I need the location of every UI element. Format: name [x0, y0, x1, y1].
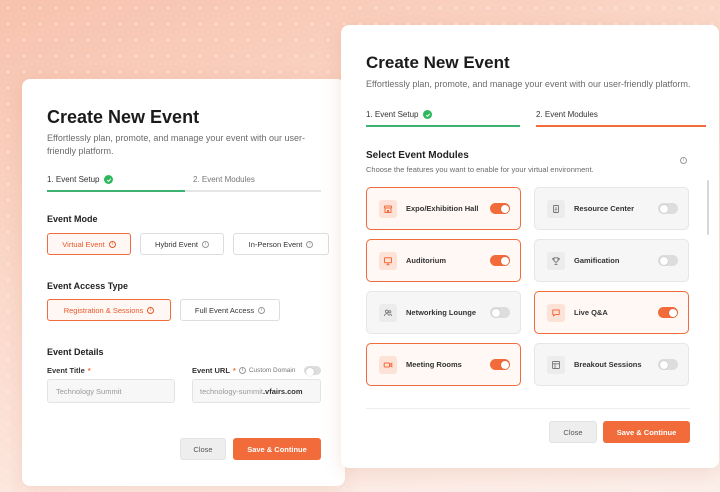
module-toggle[interactable] [490, 359, 510, 370]
module-toggle[interactable] [658, 359, 678, 370]
modules-heading: Select Event Modules [366, 150, 469, 161]
module-toggle[interactable] [490, 307, 510, 318]
registration-sessions-option[interactable]: Registration & Sessions i [47, 299, 171, 321]
module-toggle[interactable] [658, 255, 678, 266]
module-gamification[interactable]: Gamification [534, 239, 689, 282]
page-subtitle: Effortlessly plan, promote, and manage y… [366, 79, 691, 89]
event-title-input[interactable]: Technology Summit [47, 379, 175, 403]
step-event-modules[interactable]: 2. Event Modules [185, 175, 321, 192]
video-icon [379, 355, 397, 374]
close-button[interactable]: Close [180, 438, 226, 460]
chat-icon [547, 303, 565, 322]
hybrid-event-option[interactable]: Hybrid Event i [140, 233, 224, 255]
module-resource-center[interactable]: Resource Center [534, 187, 689, 230]
save-continue-button[interactable]: Save & Continue [603, 421, 690, 443]
trophy-icon [547, 251, 565, 270]
virtual-event-option[interactable]: Virtual Event i [47, 233, 131, 255]
module-breakout-sessions[interactable]: Breakout Sessions [534, 343, 689, 386]
info-icon: i [108, 240, 116, 248]
module-meeting-rooms[interactable]: Meeting Rooms [366, 343, 521, 386]
layout-icon [547, 355, 565, 374]
step-event-setup[interactable]: 1. Event Setup [47, 175, 185, 192]
info-icon: i [306, 240, 314, 248]
module-live-qa[interactable]: Live Q&A [534, 291, 689, 334]
event-mode-heading: Event Mode [47, 214, 98, 224]
module-toggle[interactable] [658, 307, 678, 318]
event-url-label: Event URL * i Custom Domain [192, 366, 321, 376]
custom-domain-toggle[interactable] [304, 366, 321, 376]
page-subtitle: Effortlessly plan, promote, and manage y… [47, 133, 305, 156]
check-icon [104, 175, 114, 184]
event-url-input[interactable]: technology-summit .vfairs.com [192, 379, 321, 403]
event-title-label: Event Title * [47, 366, 91, 375]
scrollbar[interactable] [707, 180, 709, 235]
stepper: 1. Event Setup 2. Event Modules [47, 175, 321, 192]
info-icon: i [258, 306, 266, 314]
module-networking-lounge[interactable]: Networking Lounge [366, 291, 521, 334]
check-icon [423, 110, 433, 119]
event-modules-card: Create New Event Effortlessly plan, prom… [341, 25, 719, 468]
modules-subtitle: Choose the features you want to enable f… [366, 165, 594, 174]
event-details-heading: Event Details [47, 347, 104, 357]
info-icon: i [680, 157, 687, 164]
module-toggle[interactable] [490, 203, 510, 214]
event-setup-card: Create New Event Effortlessly plan, prom… [22, 79, 345, 486]
step-event-modules[interactable]: 2. Event Modules [536, 110, 706, 127]
presentation-icon [379, 251, 397, 270]
full-event-access-option[interactable]: Full Event Access i [180, 299, 280, 321]
info-icon: i [238, 367, 246, 374]
users-icon [379, 303, 397, 322]
page-title: Create New Event [47, 107, 200, 127]
info-icon: i [201, 240, 209, 248]
store-icon [379, 199, 397, 218]
close-button[interactable]: Close [549, 421, 597, 443]
module-toggle[interactable] [490, 255, 510, 266]
page-title: Create New Event [366, 53, 510, 72]
info-icon: i [147, 306, 155, 314]
module-auditorium[interactable]: Auditorium [366, 239, 521, 282]
document-icon [547, 199, 565, 218]
step-event-setup[interactable]: 1. Event Setup [366, 110, 520, 127]
module-toggle[interactable] [658, 203, 678, 214]
module-expo-exhibition-hall[interactable]: Expo/Exhibition Hall [366, 187, 521, 230]
in-person-event-option[interactable]: In-Person Event i [233, 233, 329, 255]
save-continue-button[interactable]: Save & Continue [233, 438, 321, 460]
stepper: 1. Event Setup 2. Event Modules [366, 110, 706, 127]
divider [366, 408, 690, 409]
access-type-heading: Event Access Type [47, 281, 129, 291]
